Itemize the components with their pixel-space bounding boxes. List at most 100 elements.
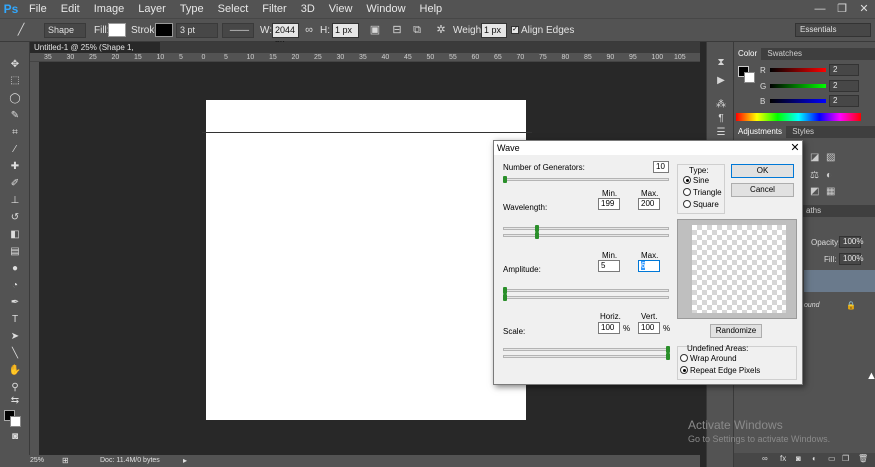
amplitude-max-input[interactable]: 6 [638,260,660,272]
stroke-type-select[interactable]: ─── [222,23,254,38]
move-tool-icon[interactable]: ✥ [7,58,23,72]
document-tab[interactable]: Untitled-1 @ 25% (Shape 1, RGB/8) * [30,42,160,63]
adjustment-layer-icon[interactable]: ◐ [812,454,817,463]
tab-color[interactable]: Color [734,48,762,60]
layer-row-selected[interactable] [804,270,875,292]
repeat-edge-label[interactable]: Repeat Edge Pixels [690,366,760,375]
menu-file[interactable]: File [22,0,54,18]
zoom-tool-icon[interactable]: ⚲ [7,381,23,395]
randomize-button[interactable]: Randomize [710,324,762,338]
swap-colors-icon[interactable]: ⇆ [7,394,23,408]
menu-window[interactable]: Window [359,0,412,18]
menu-view[interactable]: View [322,0,360,18]
green-slider[interactable] [770,84,826,88]
adjustment-balance-icon[interactable]: ⚖ [810,170,819,181]
width-input[interactable]: 2044 px [272,23,299,48]
amplitude-min-input[interactable]: 5 [598,260,620,272]
brush-presets-icon[interactable]: ⁂ [714,98,728,112]
green-value[interactable]: 2 [829,80,859,92]
tab-styles[interactable]: Styles [788,126,818,138]
radio-repeat-edge[interactable] [680,366,688,374]
hand-tool-icon[interactable]: ✋ [7,364,23,378]
scale-horiz-thumb[interactable] [666,346,670,353]
tab-adjustments[interactable]: Adjustments [734,126,787,138]
menu-type[interactable]: Type [173,0,211,18]
menu-layer[interactable]: Layer [131,0,173,18]
adjustment-levels-icon[interactable]: ▨ [826,152,835,163]
scale-horiz-slider[interactable] [503,348,669,351]
red-value[interactable]: 2 [829,64,859,76]
radio-triangle[interactable] [683,188,691,196]
wrap-around-label[interactable]: Wrap Around [690,354,737,363]
history-brush-icon[interactable]: ↺ [7,211,23,225]
wavelength-max-slider[interactable] [503,234,669,237]
path-arrangement-icon[interactable]: ⧉ [410,23,424,37]
height-input[interactable]: 1 px [332,23,359,38]
dialog-close-button[interactable]: ✕ [788,141,802,155]
radio-wrap-around[interactable] [680,354,688,362]
line-shape-tool-icon[interactable]: ╲ [7,347,23,361]
radio-sine[interactable] [683,176,691,184]
menu-edit[interactable]: Edit [54,0,87,18]
adjustment-hue-icon[interactable]: ◐ [826,170,832,181]
lasso-tool-icon[interactable]: ◯ [7,92,23,106]
crop-tool-icon[interactable]: ⌗ [7,126,23,140]
clone-stamp-icon[interactable]: ⊥ [7,194,23,208]
layer-mask-icon[interactable]: ◙ [796,454,801,463]
dodge-tool-icon[interactable]: ◔ [7,279,23,293]
menu-3d[interactable]: 3D [294,0,322,18]
document-canvas[interactable] [206,100,526,420]
layer-row-background[interactable]: ound 🔒 [804,298,875,318]
adjustment-gradient-icon[interactable]: ▦ [826,186,835,197]
weight-input[interactable]: 1 px [481,23,507,38]
triangle-label[interactable]: Triangle [693,188,722,197]
gradient-tool-icon[interactable]: ▤ [7,245,23,259]
link-layers-icon[interactable]: ∞ [762,454,768,463]
line-shape[interactable] [202,132,532,133]
stroke-swatch[interactable] [155,23,173,37]
wavelength-max-input[interactable]: 200 [638,198,660,210]
link-icon[interactable]: ∞ [302,23,316,37]
brush-tool-icon[interactable]: ✐ [7,177,23,191]
amplitude-min-thumb[interactable] [503,287,507,294]
healing-brush-icon[interactable]: ✚ [7,160,23,174]
quick-mask-icon[interactable]: ◙ [7,430,23,444]
blue-value[interactable]: 2 [829,95,859,107]
status-arrow-icon[interactable]: ▸ [183,456,187,465]
marquee-tool-icon[interactable]: ⬚ [7,74,23,88]
group-icon[interactable]: ▭ [828,454,836,463]
scale-vert-slider[interactable] [503,355,669,358]
path-operations-icon[interactable]: ▣ [368,23,382,37]
color-spectrum-bar[interactable] [736,113,861,121]
panel-background-swatch[interactable] [744,72,755,83]
blue-slider[interactable] [770,99,826,103]
tool-mode-select[interactable]: Shape [44,23,86,38]
square-label[interactable]: Square [693,200,719,209]
sine-label[interactable]: Sine [693,176,709,185]
menu-help[interactable]: Help [413,0,450,18]
status-menu-icon[interactable]: ⊞ [62,456,69,465]
wavelength-min-input[interactable]: 199 [598,198,620,210]
new-layer-icon[interactable]: ❐ [842,454,849,463]
close-window-button[interactable]: ✕ [853,0,875,18]
ok-button[interactable]: OK [731,164,794,178]
line-tool-icon[interactable]: ╱ [14,23,28,37]
scale-vert-input[interactable]: 100 [638,322,660,334]
type-tool-icon[interactable]: T [7,313,23,327]
pen-tool-icon[interactable]: ✒ [7,296,23,310]
red-slider[interactable] [770,68,826,72]
stroke-width-field[interactable]: 3 pt [176,23,218,38]
path-alignment-icon[interactable]: ⊟ [390,23,404,37]
history-panel-icon[interactable]: ⧗ [714,56,728,70]
workspace-select[interactable]: Essentials [795,23,871,37]
opacity-field[interactable]: 100% [839,236,863,248]
tab-swatches[interactable]: Swatches [763,48,806,60]
generators-slider[interactable] [503,178,669,181]
adjustment-invert-icon[interactable]: ◩ [810,186,819,197]
menu-filter[interactable]: Filter [255,0,293,18]
amplitude-max-slider[interactable] [503,296,669,299]
blur-tool-icon[interactable]: ● [7,262,23,276]
scale-vert-thumb[interactable] [666,353,670,360]
menu-image[interactable]: Image [87,0,132,18]
fill-swatch[interactable] [108,23,126,37]
